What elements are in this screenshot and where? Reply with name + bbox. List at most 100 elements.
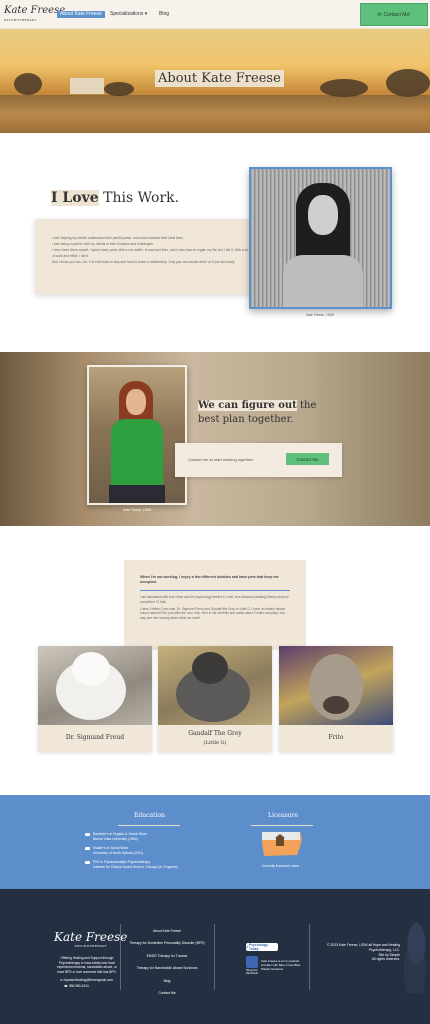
education-item: PhD in Psychoanalytic Psychotherapy Insti…: [85, 860, 178, 869]
bcbs-logo-icon: [246, 956, 258, 968]
love-heading-highlight: I Love: [51, 190, 99, 206]
portrait-face: [126, 389, 146, 415]
plan-section-background: [0, 352, 430, 526]
education-school: Institute for Clinical Social Work in Ch…: [93, 864, 178, 869]
graduation-cap-icon: [85, 847, 90, 850]
footer-link-blog[interactable]: Blog: [121, 979, 213, 983]
portrait-shirt: [111, 419, 163, 489]
pet-name: Dr. Sigmund Freud: [65, 734, 125, 741]
pet-photo-cat-grey: [158, 646, 272, 725]
education-heading: Education: [134, 812, 165, 819]
hobbies-paragraph: I am fascinated with true crime and the …: [140, 595, 289, 604]
chevron-down-icon: ▾: [144, 11, 148, 17]
logo-subtext: PSYCHOTHERAPY: [4, 18, 37, 22]
photo-caption: Kate Freese, LISW: [306, 313, 334, 317]
footer-email[interactable]: ✉ hopeandhealing@frheesgmail.com: [60, 978, 113, 982]
pet-card: Frito: [279, 646, 393, 752]
footer-links: About Kate Freese Therapy for Borderline…: [121, 929, 213, 1003]
footer-link-narcissistic-abuse[interactable]: Therapy for Narcissistic Abuse Survivors: [121, 966, 213, 970]
portrait-shirt: [283, 255, 363, 307]
pet-nickname: (Little G): [203, 740, 227, 746]
education-degree: Bachelor's in English & Social Work: [93, 832, 147, 836]
cat-head: [192, 652, 228, 684]
licensure-caption: Currently licensed in Iowa.: [262, 864, 300, 868]
footer-logo-subtext: PSYCHOTHERAPY: [74, 944, 107, 948]
contact-prompt-text: Contact me to start working together!: [188, 457, 254, 462]
bcbs-text: Kate Freese is an in-network provider wi…: [261, 959, 301, 971]
logo-text: Kate Freese: [4, 5, 66, 16]
hero-tree: [386, 69, 430, 97]
badge-text: Psychology Today: [248, 943, 268, 951]
pet-card: Dr. Sigmund Freud: [38, 646, 152, 752]
pet-photo-cat-white: [38, 646, 152, 725]
page-title: About Kate Freese: [155, 70, 284, 87]
hero-tree: [104, 82, 134, 96]
portrait-legs: [109, 485, 165, 503]
pet-name: Gandalf The Grey: [188, 730, 242, 737]
contact-me-label: Contact Me!: [383, 11, 411, 18]
footer-description: Offering Healing and Support through Psy…: [57, 956, 117, 974]
envelope-icon: ✉: [377, 11, 382, 18]
love-paragraph: I love being a partner with my clients i…: [52, 242, 154, 247]
footer-phone[interactable]: ☎ 396-980-4314: [64, 984, 89, 988]
plan-heading-highlight: We can figure out: [198, 400, 297, 411]
pet-name: Frito: [328, 734, 344, 741]
love-heading-rest: This Work.: [103, 190, 180, 206]
footer-phone-text: 396-980-4314: [68, 984, 89, 988]
graduation-cap-icon: [85, 833, 90, 836]
contact-me-button-secondary[interactable]: Contact Me: [286, 453, 329, 465]
dog-nose: [323, 696, 349, 714]
love-text-card: I love helping my clients understand the…: [35, 219, 265, 294]
copyright-text: © 2023 Kate Freese, LISW all Hope and He…: [327, 943, 400, 952]
footer-link-emdr[interactable]: EMDR Therapy for Trauma: [121, 954, 213, 958]
photo-caption: Kate Freese, LISW: [123, 508, 151, 512]
footer-logo[interactable]: Kate Freese PSYCHOTHERAPY: [54, 930, 127, 948]
footer-email-text: hopeandhealing@frheesgmail.com: [63, 978, 113, 982]
education-school: Buena Vista University (1984): [93, 836, 138, 841]
heading-underline: [251, 825, 313, 826]
contact-prompt-card: Contact me to start working together! Co…: [175, 443, 342, 477]
rights-text: All rights reserved.: [371, 957, 400, 962]
footer-divider: [214, 924, 215, 990]
hero-farmhouse: [70, 78, 104, 94]
education-school: University of North Dakota (2021): [93, 850, 144, 855]
hero-field: [0, 95, 430, 133]
love-paragraph: I have been there myself. I spent many y…: [52, 248, 249, 258]
nav-specializations[interactable]: Specializations ▾: [110, 11, 147, 18]
education-item: Master's in Social Work University of Nor…: [85, 846, 143, 855]
love-paragraph: And I know you can, too. It is both hard…: [52, 259, 236, 264]
pet-card: Gandalf The Grey (Little G): [158, 646, 272, 752]
portrait-photo-bw: [249, 167, 392, 309]
site-header: Kate Freese PSYCHOTHERAPY About Kate Fre…: [0, 0, 430, 29]
footer-copyright: © 2023 Kate Freese, LISW all Hope and He…: [318, 943, 400, 962]
plan-heading: We can figure out the best plan together…: [198, 399, 328, 427]
bcbs-caption: BlueCross BlueShield: [246, 969, 258, 975]
hero-tree: [14, 73, 42, 95]
footer-link-about[interactable]: About Kate Freese: [121, 929, 213, 933]
portrait-photo-color: [87, 365, 187, 505]
nav-about[interactable]: About Kate Freese: [57, 11, 105, 18]
nav-specializations-label: Specializations: [110, 11, 144, 17]
nav-blog[interactable]: Blog: [159, 11, 169, 18]
love-paragraph: I love helping my clients understand the…: [52, 236, 184, 240]
education-licensure-content: Education Licensure Bachelor's in Englis…: [0, 795, 430, 889]
graduation-cap-icon: [85, 861, 90, 864]
goat-silhouette-decoration: [396, 918, 430, 993]
site-logo[interactable]: Kate Freese PSYCHOTHERAPY: [4, 6, 65, 25]
love-heading: I Love This Work.: [51, 190, 179, 206]
hobbies-heading: When I'm not working, I enjoy a few diff…: [140, 575, 279, 584]
contact-me-button[interactable]: ✉ Contact Me!: [360, 3, 428, 26]
footer-divider: [309, 924, 310, 990]
iowa-map-icon: [262, 832, 302, 856]
pet-photo-dog: [279, 646, 393, 725]
divider: [140, 590, 290, 591]
hero-tree: [320, 79, 368, 97]
portrait-face: [308, 195, 338, 235]
cat-head: [72, 652, 110, 686]
psychology-today-badge[interactable]: ✔ Psychology Today: [246, 943, 278, 951]
hobbies-card: When I'm not working, I enjoy a few diff…: [124, 560, 306, 650]
footer-link-contact[interactable]: Contact Me: [121, 991, 213, 995]
footer-link-bpd[interactable]: Therapy for Borderline Personality Disor…: [121, 941, 213, 945]
licensure-heading: Licensure: [268, 812, 299, 819]
hobbies-paragraph: I have 3 feline Conn cats. Dr. Sigmund F…: [140, 606, 286, 621]
